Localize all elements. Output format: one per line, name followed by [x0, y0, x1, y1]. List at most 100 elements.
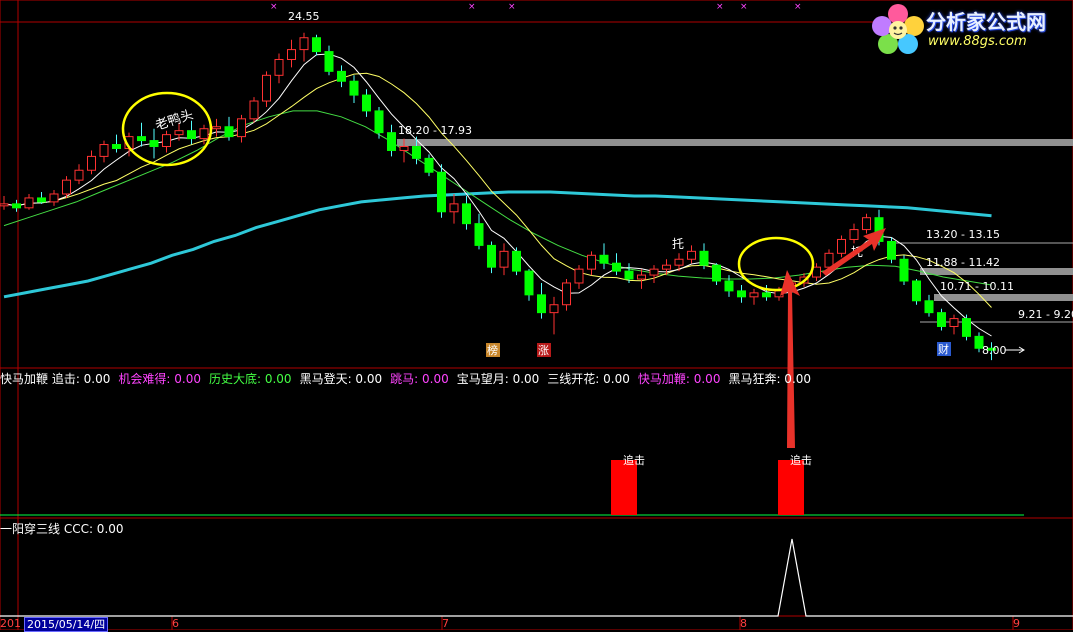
candle-body-9 — [112, 144, 121, 149]
candle-body-39 — [487, 244, 496, 268]
candle-body-44 — [549, 304, 559, 314]
candle-body-58 — [724, 280, 734, 292]
indicator-item-8: 黑马狂奔: 0.00 — [728, 372, 812, 386]
candle-body-17 — [212, 126, 221, 130]
candle-body-13 — [162, 134, 171, 148]
candle-body-33 — [412, 146, 421, 159]
candle-body-51 — [637, 274, 646, 280]
candle-body-7 — [87, 155, 96, 171]
candle-body-11 — [137, 136, 146, 142]
top-marker-1: × — [468, 2, 476, 12]
range-label-3: 10.71 - 10.11 — [940, 280, 1014, 293]
candle-body-16 — [199, 128, 209, 140]
candle-body-5 — [62, 179, 71, 195]
candle-body-40 — [499, 250, 509, 268]
tuo-circle — [737, 236, 815, 292]
candle-body-19 — [237, 118, 246, 138]
candle-body-28 — [349, 80, 359, 96]
month-label-6: 6 — [172, 617, 179, 630]
candle-body-60 — [749, 292, 759, 298]
candle-body-25 — [312, 37, 321, 53]
top-marker-5: × — [794, 2, 802, 12]
candle-body-32 — [399, 146, 409, 151]
candle-body-1 — [12, 203, 21, 209]
top-marker-4: × — [740, 2, 748, 12]
candle-body-29 — [362, 94, 371, 112]
signal-bar-1 — [778, 460, 804, 515]
year-prefix: 201 — [0, 617, 21, 630]
event-badge-2: 财 — [938, 342, 949, 356]
candle-body-52 — [649, 268, 659, 276]
candle-body-74 — [924, 300, 934, 314]
logo-title: 分析家公式网 — [926, 10, 1046, 34]
month-label-9: 9 — [1013, 617, 1020, 630]
candle-body-47 — [587, 254, 596, 270]
candle-body-14 — [174, 130, 184, 136]
indicator-item-5: 宝马望月: 0.00 — [456, 372, 540, 386]
laoyatou-label: 老鸭头 — [154, 107, 196, 133]
stock-chart[interactable]: × × × × × × 24.55 18.20 - 17.93 13.20 - 13.15 11… — [0, 0, 1073, 630]
candle-body-8 — [99, 144, 109, 157]
candle-body-56 — [699, 250, 709, 266]
candle-body-61 — [762, 292, 771, 298]
candle-body-31 — [387, 132, 396, 151]
candle-body-2 — [24, 197, 34, 209]
candle-body-15 — [187, 130, 196, 140]
candle-body-50 — [624, 270, 634, 280]
candle-body-4 — [49, 193, 59, 203]
range-bar-2 — [934, 294, 1073, 301]
candle-body-22 — [274, 58, 284, 76]
range-label-2: 11.88 - 11.42 — [926, 256, 1000, 269]
flower-logo-icon — [872, 4, 924, 54]
ccc-line — [0, 538, 1073, 617]
candle-body-53 — [662, 264, 671, 270]
candle-body-71 — [887, 240, 896, 260]
indicator-item-4: 跳马: 0.00 — [390, 372, 449, 386]
candle-body-6 — [74, 169, 84, 181]
candle-body-43 — [537, 294, 546, 314]
site-logo: 分析家公式网 www.88gs.com — [868, 0, 1073, 56]
candle-body-30 — [374, 110, 384, 134]
indicator-item-3: 黑马登天: 0.00 — [299, 372, 383, 386]
ma10-line — [3, 72, 992, 308]
candle-body-0 — [0, 203, 9, 207]
candle-body-57 — [712, 264, 721, 282]
ccc-panel — [0, 538, 1073, 617]
candle-body-41 — [512, 250, 521, 272]
candle-body-68 — [849, 229, 859, 240]
top-marker-3: × — [716, 2, 724, 12]
candle-body-54 — [674, 258, 684, 266]
candle-body-42 — [524, 270, 534, 296]
top-marker-0: × — [270, 2, 278, 12]
signal-panel: 追击 追击 — [0, 453, 1024, 516]
range-label-4: 9.21 - 9.20 — [1018, 308, 1073, 321]
range-bar-1 — [920, 268, 1073, 275]
candle-body-34 — [424, 157, 434, 173]
candle-body-3 — [37, 197, 46, 203]
candle-body-48 — [599, 254, 609, 264]
event-badge-1: 涨 — [538, 344, 549, 357]
candle-body-20 — [249, 100, 259, 120]
price-high-label: 24.55 — [288, 10, 320, 23]
candle-body-21 — [262, 74, 271, 102]
panel3-legend: 一阳穿三线 CCC: 0.00 — [0, 522, 124, 536]
candle-body-45 — [562, 282, 571, 306]
candle-body-73 — [912, 280, 921, 302]
tuo-label-1: 托 — [672, 237, 684, 251]
signal-bar-0 — [611, 460, 637, 515]
candle-body-38 — [474, 223, 484, 246]
candle-body-46 — [574, 268, 584, 284]
candle-body-59 — [737, 290, 746, 298]
logo-url: www.88gs.com — [928, 34, 1027, 49]
signal-label-0: 追击 — [623, 453, 645, 467]
candle-body-26 — [324, 51, 334, 72]
indicator-item-1: 机会难得: 0.00 — [118, 372, 201, 386]
event-badge-0: 榜 — [487, 343, 498, 357]
price-low-label: 8.00 — [982, 344, 1007, 357]
indicator-item-6: 三线开花: 0.00 — [547, 372, 630, 386]
candle-body-23 — [287, 49, 296, 60]
top-marker-2: × — [508, 2, 516, 12]
indicator-item-2: 历史大底: 0.00 — [208, 372, 292, 386]
candle-body-69 — [862, 217, 871, 231]
candle-body-24 — [299, 37, 309, 51]
